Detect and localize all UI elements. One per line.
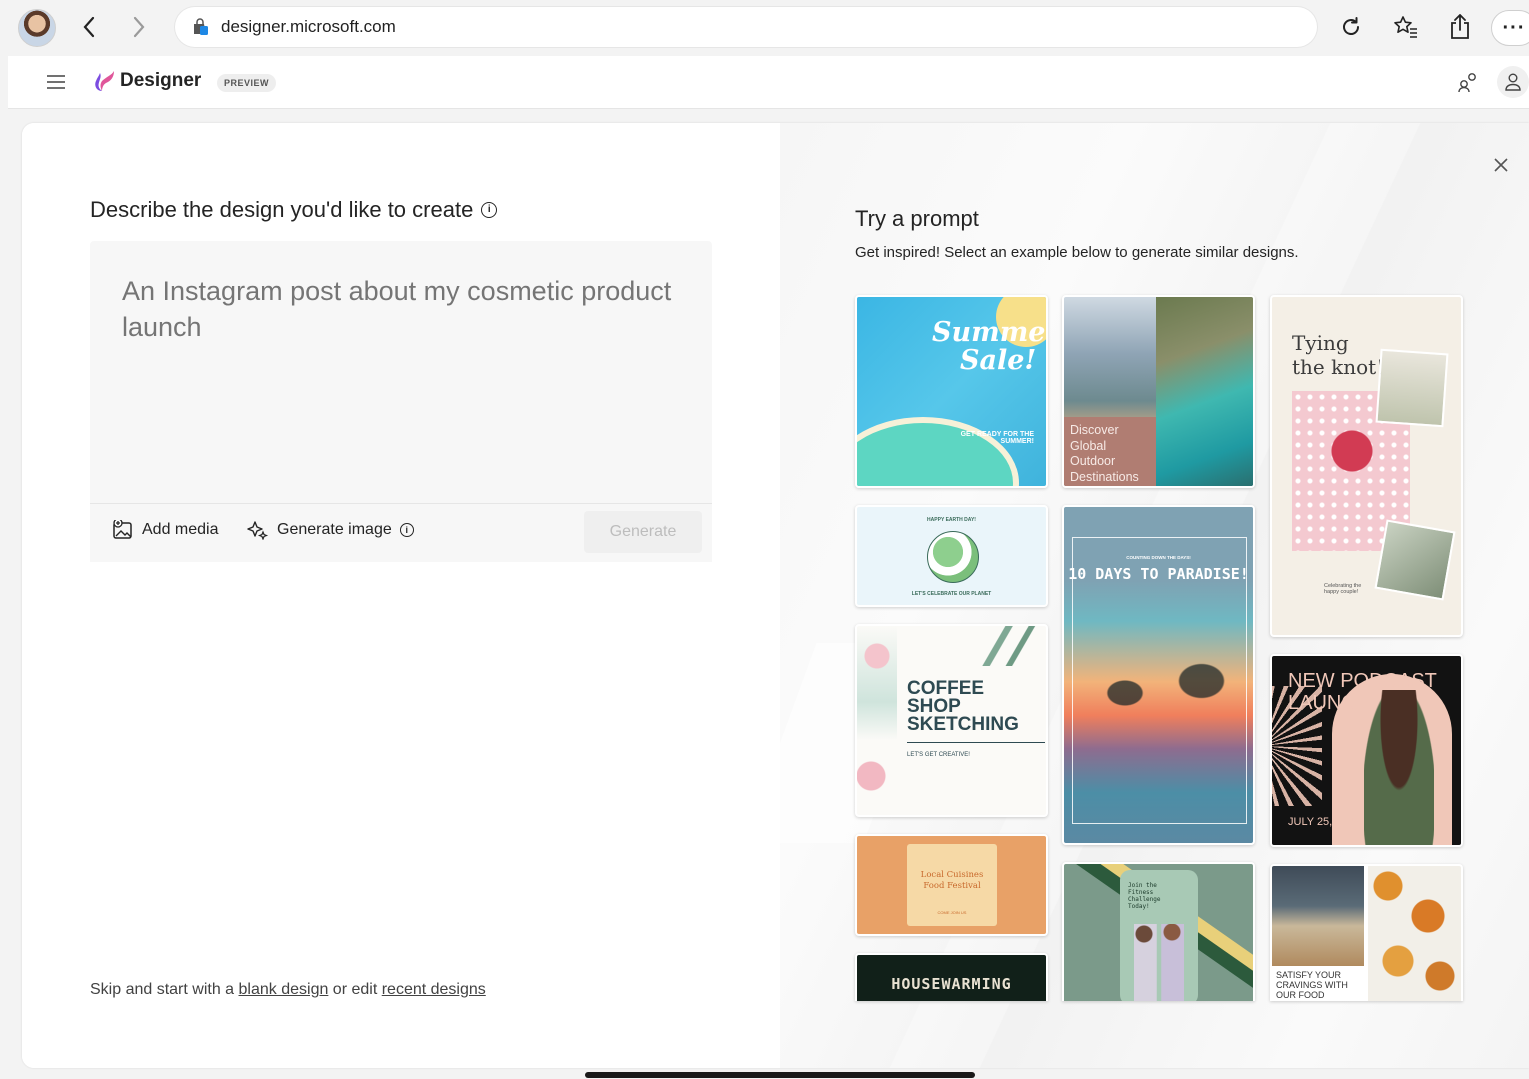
template-coffee-shop[interactable]: COFFEE SHOP SKETCHING LET'S GET CREATIVE… <box>855 624 1048 817</box>
describe-heading: Describe the design you'd like to create… <box>90 197 498 223</box>
add-media-button[interactable]: Add media <box>112 520 219 540</box>
favorites-icon[interactable] <box>1391 12 1421 42</box>
cuisines-line1: Local Cuisines <box>920 870 984 880</box>
summer-headline: Summer Sale! <box>932 317 1048 376</box>
site-icon <box>191 18 209 36</box>
info-icon[interactable]: i <box>399 523 414 537</box>
generate-image-button[interactable]: Generate image i <box>247 520 414 540</box>
generate-image-label: Generate image <box>277 521 392 538</box>
try-prompt-title: Try a prompt <box>855 206 979 231</box>
add-media-label: Add media <box>142 521 219 538</box>
divider <box>907 742 1045 743</box>
preview-badge: PREVIEW <box>217 74 277 92</box>
housewarming-title: HOUSEWARMING <box>891 975 1012 993</box>
summer-line1: Summer <box>932 317 1048 348</box>
podcast-date: JULY 25, 2023 <box>1288 816 1360 828</box>
floral-decoration <box>857 626 897 815</box>
menu-icon[interactable] <box>44 70 68 94</box>
prompt-input[interactable] <box>120 271 694 475</box>
create-dialog: Describe the design you'd like to create… <box>22 123 1529 1068</box>
template-discover-destinations[interactable]: Discover Global Outdoor Destinations <box>1062 295 1255 488</box>
add-media-icon <box>113 520 132 539</box>
share-people-icon[interactable] <box>1455 69 1481 95</box>
prompt-toolbar: Add media Generate image i Generate <box>90 503 712 562</box>
designer-logo-icon <box>94 69 116 93</box>
coffee-line3: SKETCHING <box>907 714 1019 735</box>
app-title[interactable]: Designer <box>120 70 201 92</box>
earth-top: HAPPY EARTH DAY! <box>927 517 976 523</box>
describe-title-text: Describe the design you'd like to create <box>90 197 474 222</box>
recent-designs-link[interactable]: recent designs <box>382 981 486 998</box>
forward-icon[interactable] <box>124 12 154 42</box>
podcast-headline: NEW PODCAST LAUNCH <box>1288 670 1437 714</box>
palm-tree-silhouettes <box>1074 657 1244 777</box>
template-earth-day[interactable]: HAPPY EARTH DAY! LET'S CELEBRATE OUR PLA… <box>855 505 1048 607</box>
cuisines-headline: Local Cuisines Food Festival <box>907 870 997 892</box>
template-food-festival[interactable]: Local Cuisines Food Festival COME JOIN U… <box>855 834 1048 936</box>
template-podcast[interactable]: NEW PODCAST LAUNCH JULY 25, 2023 <box>1270 654 1463 847</box>
podcast-line1: NEW PODCAST <box>1288 670 1437 692</box>
template-wedding[interactable]: Tying the knot! Celebrating the happy co… <box>1270 295 1463 637</box>
summer-small: GET READY FOR THE SUMMER! <box>960 431 1034 445</box>
knot-line1: Tying <box>1292 331 1349 355</box>
url-text: designer.microsoft.com <box>221 17 396 36</box>
paradise-small: COUNTING DOWN THE DAYS! <box>1126 555 1191 560</box>
account-icon[interactable] <box>1497 66 1529 98</box>
sparkle-icon <box>247 521 269 540</box>
template-summer-sale[interactable]: Summer Sale! GET READY FOR THE SUMMER! <box>855 295 1048 488</box>
cuisines-line2: Food Festival <box>923 881 981 891</box>
venue-photo <box>1374 519 1456 601</box>
more-options-icon[interactable]: ··· <box>1491 10 1529 46</box>
skip-line: Skip and start with a blank design or ed… <box>90 981 486 999</box>
browser-toolbar: designer.microsoft.com ··· <box>0 0 1529 54</box>
coffee-headline: COFFEE SHOP SKETCHING <box>907 679 1019 735</box>
address-bar[interactable]: designer.microsoft.com <box>175 7 1317 47</box>
people-photo <box>1134 924 1184 1001</box>
earth-bottom: LET'S CELEBRATE OUR PLANET <box>911 591 992 597</box>
food-text: SATISFY YOUR CRAVINGS WITH OUR FOOD DELI… <box>1276 970 1348 1001</box>
template-housewarming[interactable]: HOUSEWARMING <box>855 953 1048 1001</box>
template-fitness[interactable]: Join the Fitness Challenge Today! <box>1062 862 1255 1001</box>
knot-line2: the knot! <box>1292 355 1385 379</box>
bags-photo <box>1272 866 1364 966</box>
beach-photo <box>1156 297 1253 486</box>
takeout-photo <box>1368 866 1461 1001</box>
template-food-delivery[interactable]: SATISFY YOUR CRAVINGS WITH OUR FOOD DELI… <box>1270 864 1463 1001</box>
knot-headline: Tying the knot! <box>1292 331 1384 379</box>
skip-prefix: Skip and start with a <box>90 981 239 998</box>
podcast-line2: LAUNCH <box>1288 692 1371 714</box>
app-header: Designer PREVIEW <box>8 56 1529 109</box>
refresh-icon[interactable] <box>1336 12 1366 42</box>
knot-small: Celebrating the happy couple! <box>1324 583 1362 595</box>
profile-avatar[interactable] <box>18 9 56 47</box>
leaf-decoration <box>977 626 1046 666</box>
try-prompt-subtitle: Get inspired! Select an example below to… <box>855 244 1299 261</box>
coffee-small: LET'S GET CREATIVE! <box>907 752 970 758</box>
info-icon[interactable]: i <box>481 202 498 218</box>
back-icon[interactable] <box>74 12 104 42</box>
beach-shape <box>857 417 1019 486</box>
describe-pane: Describe the design you'd like to create… <box>22 123 780 1068</box>
close-icon[interactable] <box>1489 153 1513 177</box>
bouquet-photo <box>1375 348 1449 428</box>
share-icon[interactable] <box>1445 12 1475 42</box>
generate-button[interactable]: Generate <box>584 511 702 553</box>
paradise-title: 10 DAYS TO PARADISE! <box>1068 565 1249 583</box>
globe-icon <box>927 531 979 583</box>
discover-text: Discover Global Outdoor Destinations <box>1070 423 1139 484</box>
cuisines-small: COME JOIN US <box>937 910 967 915</box>
fitness-text: Join the Fitness Challenge Today! <box>1128 882 1161 910</box>
blank-design-link[interactable]: blank design <box>239 981 329 998</box>
template-paradise[interactable]: COUNTING DOWN THE DAYS! 10 DAYS TO PARAD… <box>1062 505 1255 845</box>
skip-middle: or edit <box>328 981 382 998</box>
home-indicator <box>585 1072 975 1078</box>
summer-line2: Sale! <box>960 345 1037 376</box>
